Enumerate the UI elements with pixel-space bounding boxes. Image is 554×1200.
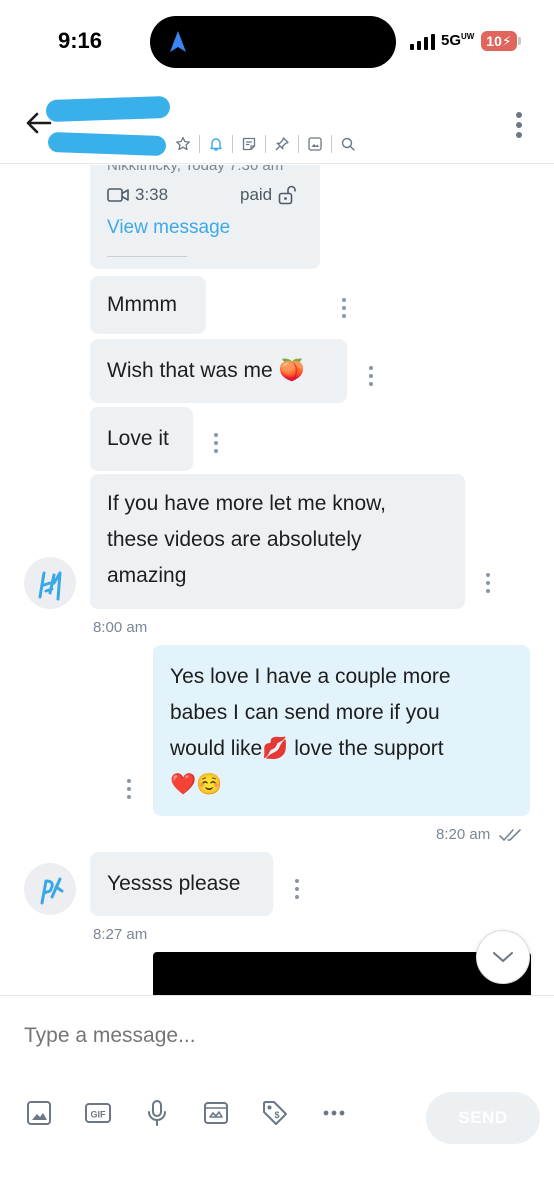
message-text: ❤️☺️ [170, 773, 223, 796]
note-icon[interactable] [236, 133, 262, 155]
message-options-icon[interactable] [368, 366, 374, 386]
media-icon[interactable] [302, 133, 328, 155]
composer-tools: GIF $ [24, 1098, 378, 1128]
media-message-card[interactable]: Nikkithicky, Today 7:36 am 3:38 paid Vie… [90, 165, 320, 269]
paid-status: paid [240, 185, 296, 205]
divider [298, 135, 299, 153]
message-bubble-incoming[interactable]: Wish that was me 🍑 [90, 339, 347, 403]
message-text: babes I can send more if you [170, 701, 440, 724]
message-options-icon[interactable] [126, 779, 132, 799]
redacted-username [47, 131, 167, 157]
svg-text:$: $ [274, 1110, 279, 1120]
message-text: Love it [107, 427, 169, 450]
send-button[interactable]: SEND [426, 1092, 540, 1144]
media-preview[interactable] [153, 952, 531, 995]
message-bubble-incoming[interactable]: Love it [90, 407, 193, 471]
pin-icon[interactable] [269, 133, 295, 155]
duration-label: 3:38 [135, 185, 169, 204]
chat-header [0, 84, 554, 164]
microphone-icon[interactable] [142, 1098, 172, 1128]
header-actions [170, 132, 361, 156]
message-timestamp: 8:00 am [93, 619, 148, 636]
redacted-name [45, 95, 171, 123]
message-input[interactable] [24, 1024, 424, 1048]
message-text: would like💋 love the support [170, 737, 444, 760]
message-bubble-incoming[interactable]: Yessss please [90, 852, 273, 916]
battery-cap [518, 37, 521, 45]
message-options-icon[interactable] [294, 879, 300, 899]
message-text: If you have more let me know, [107, 492, 386, 515]
battery-icon: 10⚡ [481, 31, 517, 51]
message-bubble-incoming[interactable]: Mmmm [90, 276, 206, 334]
message-bubble-outgoing[interactable]: Yes love I have a couple more babes I ca… [153, 645, 530, 816]
status-bar: 9:16 5GUW 10⚡ [0, 0, 554, 84]
read-receipt-icon [499, 829, 521, 841]
star-icon[interactable] [170, 133, 196, 155]
divider [232, 135, 233, 153]
vault-icon[interactable] [201, 1098, 231, 1128]
status-time: 9:16 [58, 28, 103, 53]
navigation-arrow-icon [170, 31, 186, 52]
signal-icon [410, 34, 435, 50]
message-text: Mmmm [107, 293, 177, 316]
avatar-initials-icon [40, 877, 64, 905]
divider [107, 256, 187, 257]
chat-messages[interactable]: Nikkithicky, Today 7:36 am 3:38 paid Vie… [0, 165, 554, 995]
gif-icon[interactable]: GIF [83, 1098, 113, 1128]
message-sender-time: Nikkithicky, Today 7:36 am [107, 165, 284, 174]
paid-label: paid [240, 185, 273, 204]
message-composer: GIF $ SEND [0, 995, 554, 1200]
unlock-icon [278, 185, 296, 205]
svg-text:GIF: GIF [91, 1110, 107, 1120]
divider [331, 135, 332, 153]
bell-icon[interactable] [203, 133, 229, 155]
avatar[interactable] [24, 863, 76, 915]
divider [199, 135, 200, 153]
video-camera-icon [107, 188, 129, 202]
message-bubble-incoming[interactable]: If you have more let me know, these vide… [90, 474, 465, 609]
message-options-icon[interactable] [213, 433, 219, 453]
scroll-down-button[interactable] [476, 930, 530, 984]
search-icon[interactable] [335, 133, 361, 155]
message-text: Wish that was me 🍑 [107, 359, 305, 382]
avatar-initials-icon [38, 571, 62, 601]
message-text: Yessss please [107, 872, 241, 895]
video-duration: 3:38 [107, 185, 168, 205]
message-timestamp: 8:20 am [436, 826, 491, 843]
message-options-icon[interactable] [341, 298, 347, 318]
chevron-down-icon [493, 952, 513, 962]
more-icon[interactable] [319, 1098, 349, 1128]
message-options-icon[interactable] [485, 573, 491, 593]
view-message-link[interactable]: View message [107, 217, 230, 239]
message-text: Yes love I have a couple more [170, 665, 451, 688]
image-icon[interactable] [24, 1098, 54, 1128]
kebab-menu-icon[interactable] [508, 110, 530, 140]
price-tag-icon[interactable]: $ [260, 1098, 290, 1128]
message-text: these videos are absolutely [107, 528, 362, 551]
divider [265, 135, 266, 153]
avatar[interactable] [24, 557, 76, 609]
network-label: 5GUW [441, 32, 475, 49]
message-text: amazing [107, 564, 187, 587]
message-timestamp: 8:27 am [93, 926, 148, 943]
